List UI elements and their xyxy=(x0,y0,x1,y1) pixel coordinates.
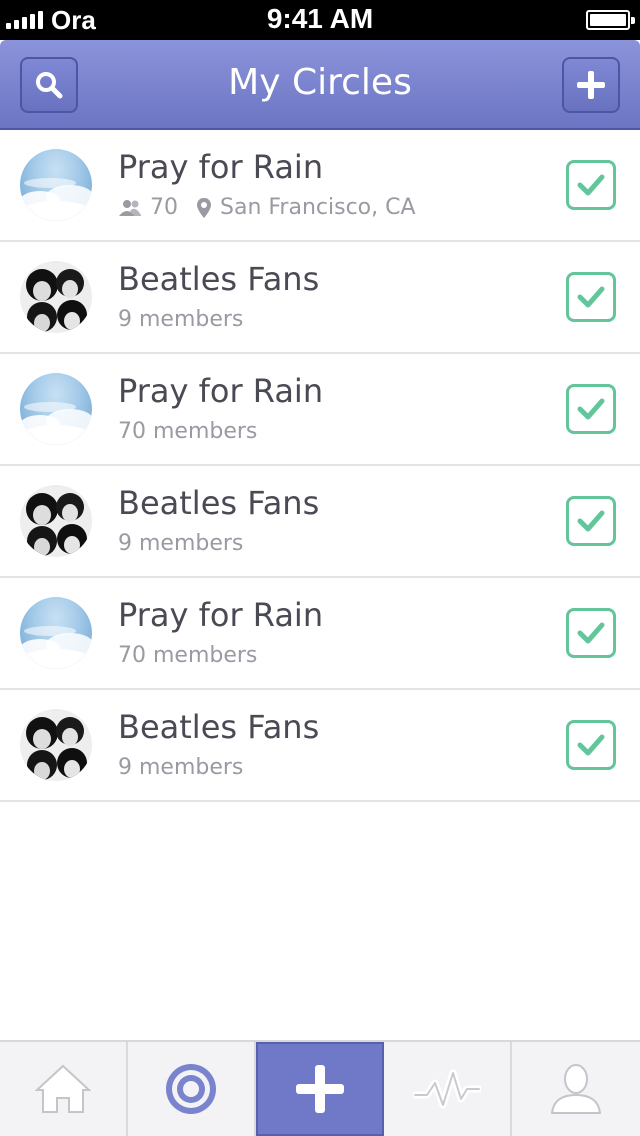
circle-checkbox[interactable] xyxy=(566,272,616,322)
plus-icon xyxy=(296,1065,344,1113)
circles-list: Pray for Rain 70 San Francisco, CA Beatl… xyxy=(0,130,640,802)
nav-bar: My Circles xyxy=(0,40,640,130)
circle-meta: 9 members xyxy=(118,531,244,556)
circle-meta: 70 San Francisco, CA xyxy=(118,195,416,220)
plus-icon xyxy=(577,71,605,99)
checkmark-icon xyxy=(577,174,605,196)
circle-name: Pray for Rain xyxy=(118,596,324,634)
circle-name: Beatles Fans xyxy=(118,708,320,746)
circle-location: San Francisco, CA xyxy=(220,195,416,220)
circle-row[interactable]: Pray for Rain 70 members xyxy=(0,354,640,466)
circle-meta: 70 members xyxy=(118,419,258,444)
page-title: My Circles xyxy=(228,62,412,103)
tab-activity[interactable] xyxy=(384,1042,512,1136)
circle-meta: 70 members xyxy=(118,643,258,668)
circle-checkbox[interactable] xyxy=(566,608,616,658)
tab-home[interactable] xyxy=(0,1042,128,1136)
tab-circles[interactable] xyxy=(128,1042,256,1136)
circle-row[interactable]: Pray for Rain 70 members xyxy=(0,578,640,690)
target-icon xyxy=(166,1064,216,1114)
battery-icon xyxy=(586,10,635,30)
circle-row[interactable]: Beatles Fans 9 members xyxy=(0,242,640,354)
circle-name: Beatles Fans xyxy=(118,484,320,522)
circle-avatar-clouds xyxy=(20,149,92,221)
circle-meta: 9 members xyxy=(118,755,244,780)
location-pin-icon xyxy=(197,197,211,218)
home-icon xyxy=(35,1064,91,1113)
circle-row[interactable]: Beatles Fans 9 members xyxy=(0,690,640,802)
circle-row[interactable]: Beatles Fans 9 members xyxy=(0,466,640,578)
circle-checkbox[interactable] xyxy=(566,384,616,434)
profile-icon xyxy=(550,1064,602,1114)
member-count: 70 xyxy=(150,195,178,220)
circle-name: Pray for Rain xyxy=(118,148,324,186)
circle-checkbox[interactable] xyxy=(566,496,616,546)
circle-avatar-clouds xyxy=(20,373,92,445)
status-bar: Ora 9:41 AM xyxy=(0,0,640,40)
tab-profile[interactable] xyxy=(512,1042,640,1136)
tab-add[interactable] xyxy=(256,1042,384,1136)
circle-checkbox[interactable] xyxy=(566,720,616,770)
circle-avatar-beatles xyxy=(20,485,92,557)
circle-avatar-clouds xyxy=(20,597,92,669)
circle-avatar-beatles xyxy=(20,709,92,781)
checkmark-icon xyxy=(577,734,605,756)
tab-bar xyxy=(0,1040,640,1136)
activity-icon xyxy=(413,1069,481,1109)
circle-meta: 9 members xyxy=(118,307,244,332)
circle-avatar-beatles xyxy=(20,261,92,333)
add-circle-button[interactable] xyxy=(562,57,620,113)
circle-name: Beatles Fans xyxy=(118,260,320,298)
checkmark-icon xyxy=(577,622,605,644)
members-icon xyxy=(119,199,141,216)
checkmark-icon xyxy=(577,398,605,420)
checkmark-icon xyxy=(577,510,605,532)
status-time: 9:41 AM xyxy=(266,3,374,34)
checkmark-icon xyxy=(577,286,605,308)
circle-row[interactable]: Pray for Rain 70 San Francisco, CA xyxy=(0,130,640,242)
circle-name: Pray for Rain xyxy=(118,372,324,410)
circle-checkbox[interactable] xyxy=(566,160,616,210)
